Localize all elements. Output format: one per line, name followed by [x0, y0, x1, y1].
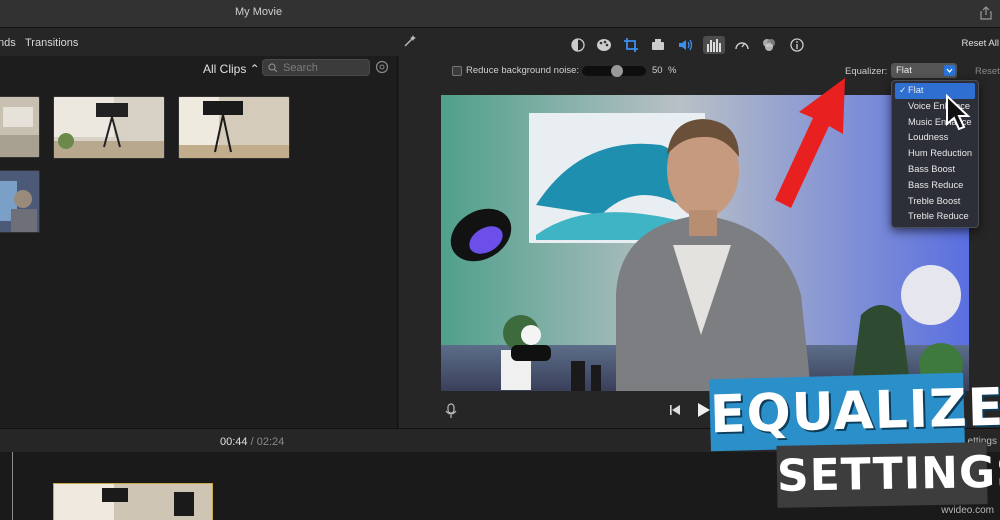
chevron-down-icon [944, 65, 955, 76]
volume-icon[interactable] [677, 36, 695, 54]
all-clips-filter[interactable]: All Clips ⌃ [203, 62, 260, 76]
video-frame-image [441, 95, 969, 391]
magic-wand-icon[interactable] [403, 34, 417, 48]
title-bar: My Movie [0, 0, 1000, 28]
noise-reduction-slider[interactable] [582, 65, 646, 77]
reset-all-button[interactable]: Reset All [962, 38, 1000, 49]
slider-knob[interactable] [611, 65, 623, 77]
total-time: 02:24 [256, 436, 285, 448]
crop-icon[interactable] [622, 36, 640, 54]
palette-icon[interactable] [595, 36, 613, 54]
clip-thumbnail[interactable] [53, 96, 165, 159]
menu-item-bass-boost[interactable]: Bass Boost [892, 162, 978, 178]
equalizer-icon[interactable] [703, 36, 725, 54]
share-icon[interactable] [980, 6, 992, 20]
noise-unit: % [668, 65, 677, 76]
clip-thumbnail[interactable] [178, 96, 290, 159]
playhead[interactable] [12, 452, 13, 520]
timeline-clip[interactable] [53, 483, 213, 520]
skip-back-icon[interactable] [669, 404, 681, 416]
equalizer-select[interactable]: Flat [891, 63, 957, 78]
gear-icon[interactable] [375, 60, 389, 74]
noise-value: 50 [652, 65, 663, 76]
media-browser: All Clips ⌃ Search [0, 56, 398, 428]
tab-backgrounds[interactable]: nds [0, 37, 16, 49]
color-balance-icon[interactable] [569, 36, 587, 54]
clip-thumbnail[interactable] [0, 96, 40, 158]
search-icon [268, 63, 278, 73]
red-arrow-annotation [775, 78, 845, 208]
camera-icon[interactable] [649, 36, 667, 54]
info-icon[interactable] [788, 36, 806, 54]
overlay-title-settings: SETTINGS [776, 442, 1000, 508]
time-separator: / [250, 436, 254, 448]
watermark: wvideo.com [941, 505, 994, 516]
mouse-cursor-icon [946, 94, 971, 131]
filter-icon[interactable] [760, 36, 778, 54]
menu-item-treble-boost[interactable]: Treble Boost [892, 194, 978, 210]
equalizer-selected-value: Flat [896, 65, 912, 76]
menu-item-treble-reduce[interactable]: Treble Reduce [892, 209, 978, 225]
noise-reduction-checkbox[interactable] [452, 66, 462, 76]
checkmark-icon: ✓ [899, 85, 907, 95]
current-time: 00:44 [220, 436, 248, 448]
window-title: My Movie [235, 6, 283, 18]
menu-item-loudness[interactable]: Loudness [892, 130, 978, 146]
menu-item-hum-reduction[interactable]: Hum Reduction [892, 146, 978, 162]
clip-thumbnail[interactable] [0, 170, 40, 233]
menu-item-bass-reduce[interactable]: Bass Reduce [892, 178, 978, 194]
overlay-title-equalizer: EQUALIZER [709, 372, 1000, 452]
search-placeholder: Search [283, 62, 318, 74]
speed-icon[interactable] [733, 36, 751, 54]
microphone-icon[interactable] [445, 403, 457, 419]
search-input[interactable]: Search [262, 59, 370, 76]
tab-transitions[interactable]: Transitions [25, 37, 78, 49]
timecode: 00:44 / 02:24 [220, 436, 284, 448]
noise-reduction-label: Reduce background noise: [466, 65, 580, 76]
reset-button[interactable]: Reset [975, 66, 1000, 77]
video-preview[interactable] [441, 95, 969, 391]
